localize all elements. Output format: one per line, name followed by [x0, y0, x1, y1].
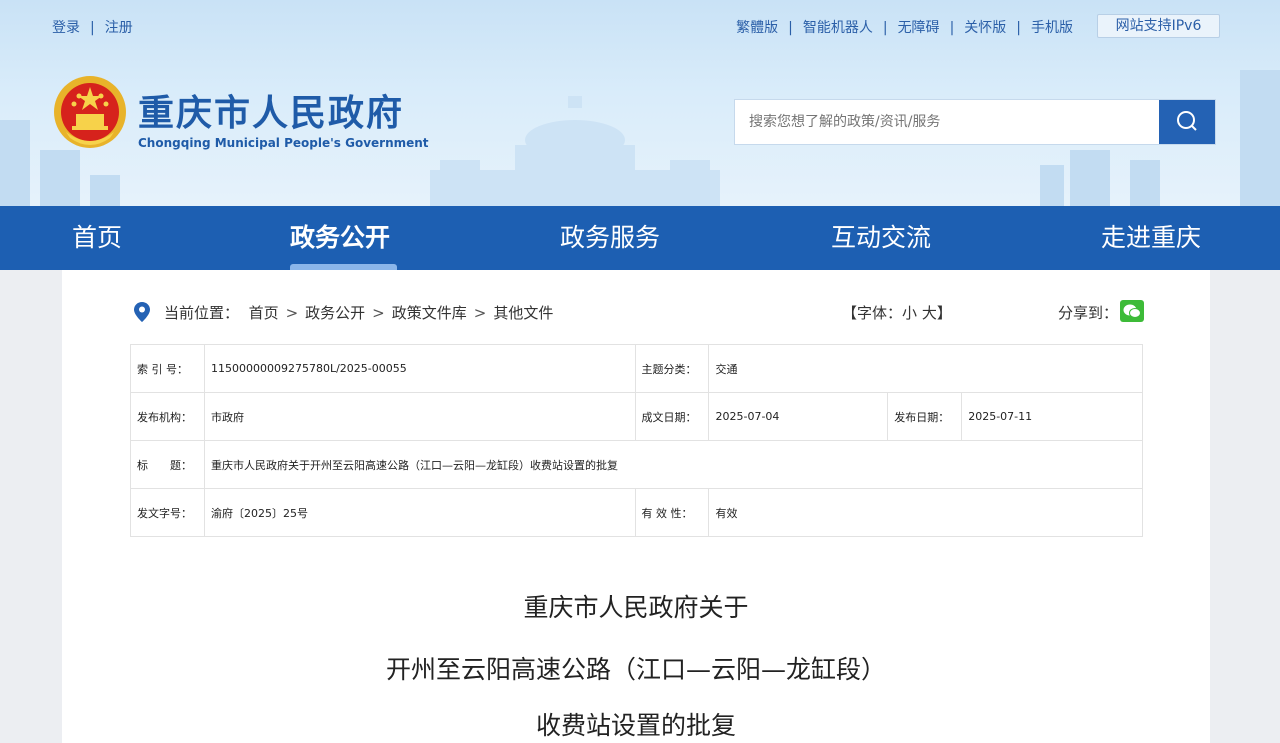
site-header: 登录 | 注册 繁體版 | 智能机器人 | 无障碍 | 关怀版 | 手机版 网站支持IPv6 重庆市… [0, 0, 1280, 206]
breadcrumb-other-files[interactable]: 其他文件 [493, 304, 553, 322]
accessibility-link[interactable]: 无障碍 [898, 20, 940, 36]
topic-label: 主题分类： [634, 344, 710, 393]
search-input[interactable] [735, 100, 1159, 144]
nav-home[interactable]: 首页 [72, 206, 122, 270]
document-metadata-table: 索 引 号： 11500000009275780L/2025-00055 主题分… [130, 344, 1144, 537]
separator: | [90, 20, 95, 36]
validity-label: 有 效 性： [634, 488, 710, 537]
care-mode-link[interactable]: 关怀版 [964, 20, 1006, 36]
nav-government-services[interactable]: 政务服务 [560, 206, 660, 270]
title-label: 标 题： [130, 440, 205, 489]
search-button[interactable] [1159, 100, 1215, 144]
smart-robot-link[interactable]: 智能机器人 [803, 20, 873, 36]
breadcrumb-label: 当前位置： [164, 304, 240, 322]
wechat-share-icon[interactable] [1120, 300, 1144, 322]
document-title-line-2: 开州至云阳高速公路（江口—云阳—龙缸段） [385, 655, 886, 684]
national-emblem-icon [54, 76, 126, 148]
written-date-value: 2025-07-04 [708, 392, 889, 441]
login-link[interactable]: 登录 [52, 20, 80, 36]
written-date-label: 成文日期： [634, 392, 710, 441]
share-label: 分享到： [1058, 304, 1119, 322]
document-number-value: 渝府〔2025〕25号 [203, 488, 636, 537]
main-content: 当前位置： 首页 > 政务公开 > 政策文件库 > 其他文件 【字体：小 大】 分享到： 索… [62, 270, 1210, 743]
breadcrumb: 当前位置： 首页 > 政务公开 > 政策文件库 > 其他文件 [164, 304, 554, 322]
document-number-label: 发文字号： [130, 488, 205, 537]
font-large-button[interactable]: 大 [922, 304, 937, 322]
traditional-chinese-link[interactable]: 繁體版 [736, 20, 778, 36]
publish-date-label: 发布日期： [887, 392, 963, 441]
document-title-line-1: 重庆市人民政府关于 [523, 593, 749, 622]
title-value: 重庆市人民政府关于开州至云阳高速公路（江口—云阳—龙缸段）收费站设置的批复 [203, 440, 1144, 489]
document-title-line-3: 收费站设置的批复 [535, 711, 736, 740]
issuing-org-value: 市政府 [203, 392, 636, 441]
location-pin-icon [134, 302, 150, 322]
register-link[interactable]: 注册 [105, 20, 133, 36]
main-nav: 首页 政务公开 政务服务 互动交流 走进重庆 [0, 206, 1280, 270]
nav-government-affairs[interactable]: 政务公开 [290, 206, 390, 270]
site-title[interactable]: 重庆市人民政府 [138, 84, 404, 136]
index-number-label: 索 引 号： [130, 344, 205, 393]
ipv6-badge: 网站支持IPv6 [1097, 14, 1220, 38]
font-small-button[interactable]: 小 [902, 304, 917, 322]
font-size-control: 【字体：小 大】 [842, 304, 952, 322]
index-number-value: 11500000009275780L/2025-00055 [203, 344, 636, 393]
breadcrumb-government-affairs[interactable]: 政务公开 [305, 304, 365, 322]
validity-value: 有效 [708, 488, 1143, 537]
nav-interaction[interactable]: 互动交流 [831, 206, 931, 270]
breadcrumb-bar: 当前位置： 首页 > 政务公开 > 政策文件库 > 其他文件 【字体：小 大】 分享到： [134, 300, 1144, 324]
issuing-org-label: 发布机构： [130, 392, 205, 441]
topic-value: 交通 [708, 344, 1143, 393]
nav-about-chongqing[interactable]: 走进重庆 [1101, 206, 1201, 270]
mobile-version-link[interactable]: 手机版 [1031, 20, 1073, 36]
breadcrumb-home[interactable]: 首页 [249, 304, 279, 322]
top-utility-bar: 登录 | 注册 繁體版 | 智能机器人 | 无障碍 | 关怀版 | 手机版 网站支持IPv6 [0, 14, 1280, 38]
publish-date-value: 2025-07-11 [961, 392, 1143, 441]
search-box [734, 99, 1216, 145]
site-subtitle: Chongqing Municipal People's Government [138, 136, 429, 150]
breadcrumb-policy-library[interactable]: 政策文件库 [392, 304, 467, 322]
search-icon [1177, 111, 1197, 131]
